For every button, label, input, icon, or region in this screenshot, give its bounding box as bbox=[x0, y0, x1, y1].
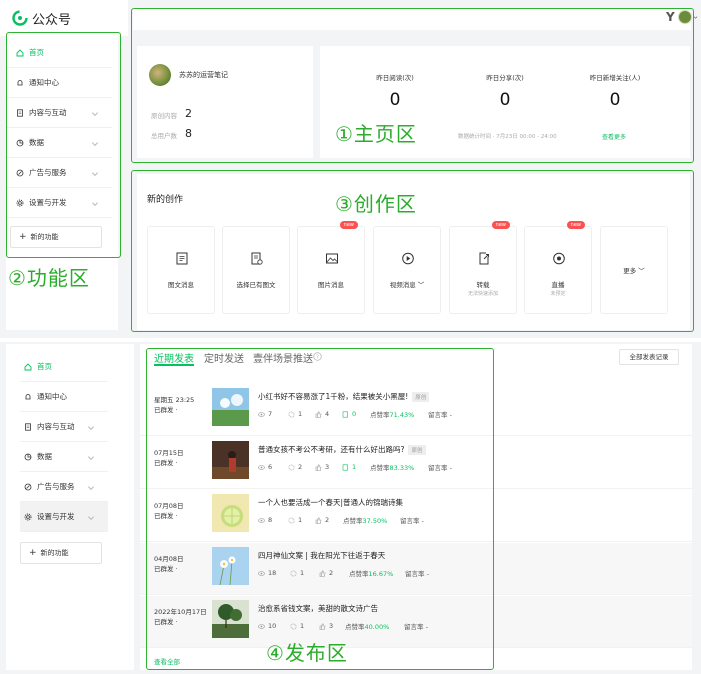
sidebar-item-settings[interactable]: 设置与开发 bbox=[20, 502, 108, 532]
publish-area-box bbox=[146, 348, 494, 670]
chart-icon bbox=[24, 453, 32, 460]
new-function-button[interactable]: + 新的功能 bbox=[20, 542, 102, 564]
sidebar-item-label: 内容与互动 bbox=[37, 422, 75, 431]
home-area-label: ①主页区 bbox=[335, 122, 417, 146]
home-icon bbox=[24, 362, 32, 370]
publish-area-label: ④发布区 bbox=[266, 641, 348, 665]
chevron-down-icon bbox=[87, 486, 95, 491]
sidebar-item-content[interactable]: 内容与互动 bbox=[20, 412, 108, 442]
new-function-label: 新的功能 bbox=[40, 549, 69, 557]
sidebar-item-label: 首页 bbox=[37, 362, 52, 371]
function-area-box bbox=[6, 32, 121, 258]
bell-icon bbox=[25, 393, 31, 399]
sidebar-item-home[interactable]: 首页 bbox=[20, 352, 108, 382]
sidebar-item-ads[interactable]: 广告与服务 bbox=[20, 472, 108, 502]
chevron-down-icon bbox=[87, 456, 95, 461]
sidebar-item-label: 设置与开发 bbox=[37, 512, 75, 521]
sidebar-item-data[interactable]: 数据 bbox=[20, 442, 108, 472]
function-area-label: ②功能区 bbox=[8, 266, 90, 290]
sidebar-item-label: 数据 bbox=[37, 452, 52, 461]
wechat-mp-logo-icon bbox=[12, 10, 28, 26]
sidebar-item-label: 广告与服务 bbox=[37, 482, 75, 491]
document-icon bbox=[25, 422, 31, 431]
chevron-down-icon bbox=[87, 516, 95, 521]
all-records-button[interactable]: 全部发表记录 bbox=[619, 349, 679, 365]
app-title: 公众号 bbox=[32, 13, 72, 28]
plus-icon: + bbox=[29, 548, 37, 558]
ad-icon bbox=[24, 483, 32, 490]
create-area-label: ③创作区 bbox=[335, 192, 417, 216]
gear-icon bbox=[24, 513, 32, 520]
chevron-down-icon bbox=[87, 426, 95, 431]
sidebar-item-notifications[interactable]: 通知中心 bbox=[20, 382, 108, 412]
sidebar-lower: 首页 通知中心 内容与互动 数据 广告与服务 设置与开发 + 新的功能 bbox=[6, 344, 134, 670]
sidebar-item-label: 通知中心 bbox=[37, 392, 67, 401]
